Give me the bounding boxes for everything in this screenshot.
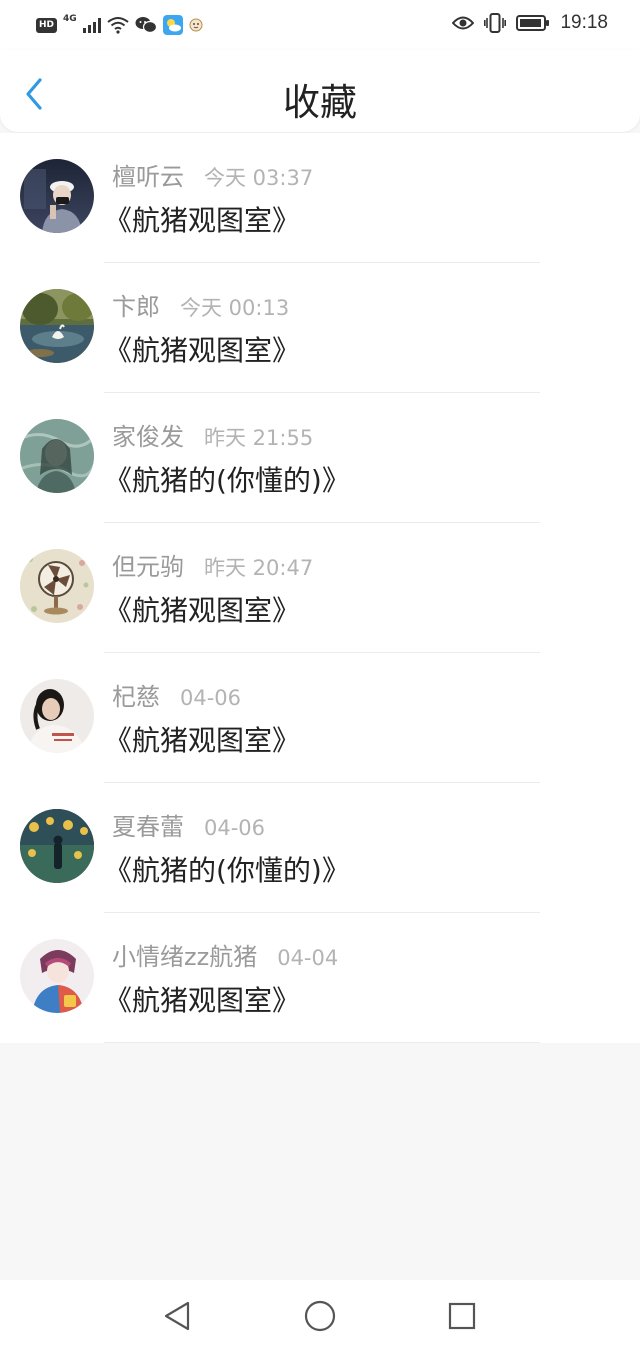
favorite-item[interactable]: 卞郎 今天 00:13 《航猪观图室》 <box>0 263 640 393</box>
circle-home-icon <box>304 1300 336 1332</box>
user-name[interactable]: 家俊发 <box>112 417 184 452</box>
item-meta: 但元驹 昨天 20:47 <box>112 547 313 582</box>
timestamp: 04-06 <box>180 686 242 710</box>
divider <box>104 1042 540 1043</box>
item-meta: 小情绪zz航猪 04-04 <box>112 937 338 972</box>
eye-comfort-icon <box>452 16 475 30</box>
item-title[interactable]: 《航猪观图室》 <box>104 589 300 629</box>
user-name[interactable]: 小情绪zz航猪 <box>112 937 257 972</box>
user-name[interactable]: 卞郎 <box>112 287 160 322</box>
item-title[interactable]: 《航猪观图室》 <box>104 979 300 1019</box>
item-title[interactable]: 《航猪观图室》 <box>104 719 300 759</box>
avatar[interactable] <box>20 289 94 363</box>
avatar[interactable] <box>20 549 94 623</box>
item-meta: 杞慈 04-06 <box>112 677 241 712</box>
timestamp: 今天 03:37 <box>204 166 314 190</box>
weather-icon <box>162 15 183 35</box>
status-right: 19:18 <box>452 12 608 34</box>
system-nav-bar <box>0 1280 640 1351</box>
favorites-list: 檀听云 今天 03:37 《航猪观图室》 卞郎 今天 00:13 《航猪观图室》… <box>0 133 640 1043</box>
nav-recents-button[interactable] <box>444 1298 480 1334</box>
favorite-item[interactable]: 家俊发 昨天 21:55 《航猪的(你懂的)》 <box>0 393 640 523</box>
favorite-item[interactable]: 杞慈 04-06 《航猪观图室》 <box>0 653 640 783</box>
square-recents-icon <box>448 1302 476 1330</box>
status-left: HD 4G <box>36 14 203 36</box>
item-meta: 夏春蕾 04-06 <box>112 807 265 842</box>
timestamp: 昨天 21:55 <box>204 426 314 450</box>
timestamp: 昨天 20:47 <box>204 556 314 580</box>
battery-icon <box>516 15 550 31</box>
avatar[interactable] <box>20 419 94 493</box>
timestamp: 今天 00:13 <box>180 296 290 320</box>
wifi-icon <box>107 17 129 34</box>
item-title[interactable]: 《航猪观图室》 <box>104 329 300 369</box>
header: 收藏 <box>0 50 640 132</box>
favorite-item[interactable]: 檀听云 今天 03:37 《航猪观图室》 <box>0 133 640 263</box>
avatar[interactable] <box>20 679 94 753</box>
item-title[interactable]: 《航猪的(你懂的)》 <box>104 459 350 499</box>
timestamp: 04-06 <box>204 816 266 840</box>
item-meta: 卞郎 今天 00:13 <box>112 287 289 322</box>
favorite-item[interactable]: 夏春蕾 04-06 《航猪的(你懂的)》 <box>0 783 640 913</box>
item-meta: 檀听云 今天 03:37 <box>112 157 313 192</box>
user-name[interactable]: 杞慈 <box>112 677 160 712</box>
item-title[interactable]: 《航猪的(你懂的)》 <box>104 849 350 889</box>
user-name[interactable]: 夏春蕾 <box>112 807 184 842</box>
wechat-icon <box>135 17 157 34</box>
avatar[interactable] <box>20 809 94 883</box>
app-notification-icon <box>189 18 203 32</box>
avatar[interactable] <box>20 159 94 233</box>
item-title[interactable]: 《航猪观图室》 <box>104 199 300 239</box>
user-name[interactable]: 檀听云 <box>112 157 184 192</box>
page-title: 收藏 <box>283 81 357 124</box>
network-type-label: 4G <box>63 14 77 24</box>
vibrate-icon <box>484 13 507 33</box>
user-name[interactable]: 但元驹 <box>112 547 184 582</box>
nav-back-button[interactable] <box>160 1298 196 1334</box>
signal-icon <box>82 17 101 33</box>
nav-home-button[interactable] <box>302 1298 338 1334</box>
triangle-back-icon <box>164 1301 190 1331</box>
favorite-item[interactable]: 小情绪zz航猪 04-04 《航猪观图室》 <box>0 913 640 1043</box>
status-bar: HD 4G 19:18 <box>0 0 640 50</box>
timestamp: 04-04 <box>277 946 339 970</box>
avatar[interactable] <box>20 939 94 1013</box>
clock: 19:18 <box>560 12 608 33</box>
favorite-item[interactable]: 但元驹 昨天 20:47 《航猪观图室》 <box>0 523 640 653</box>
item-meta: 家俊发 昨天 21:55 <box>112 417 313 452</box>
hd-badge: HD <box>36 17 58 33</box>
